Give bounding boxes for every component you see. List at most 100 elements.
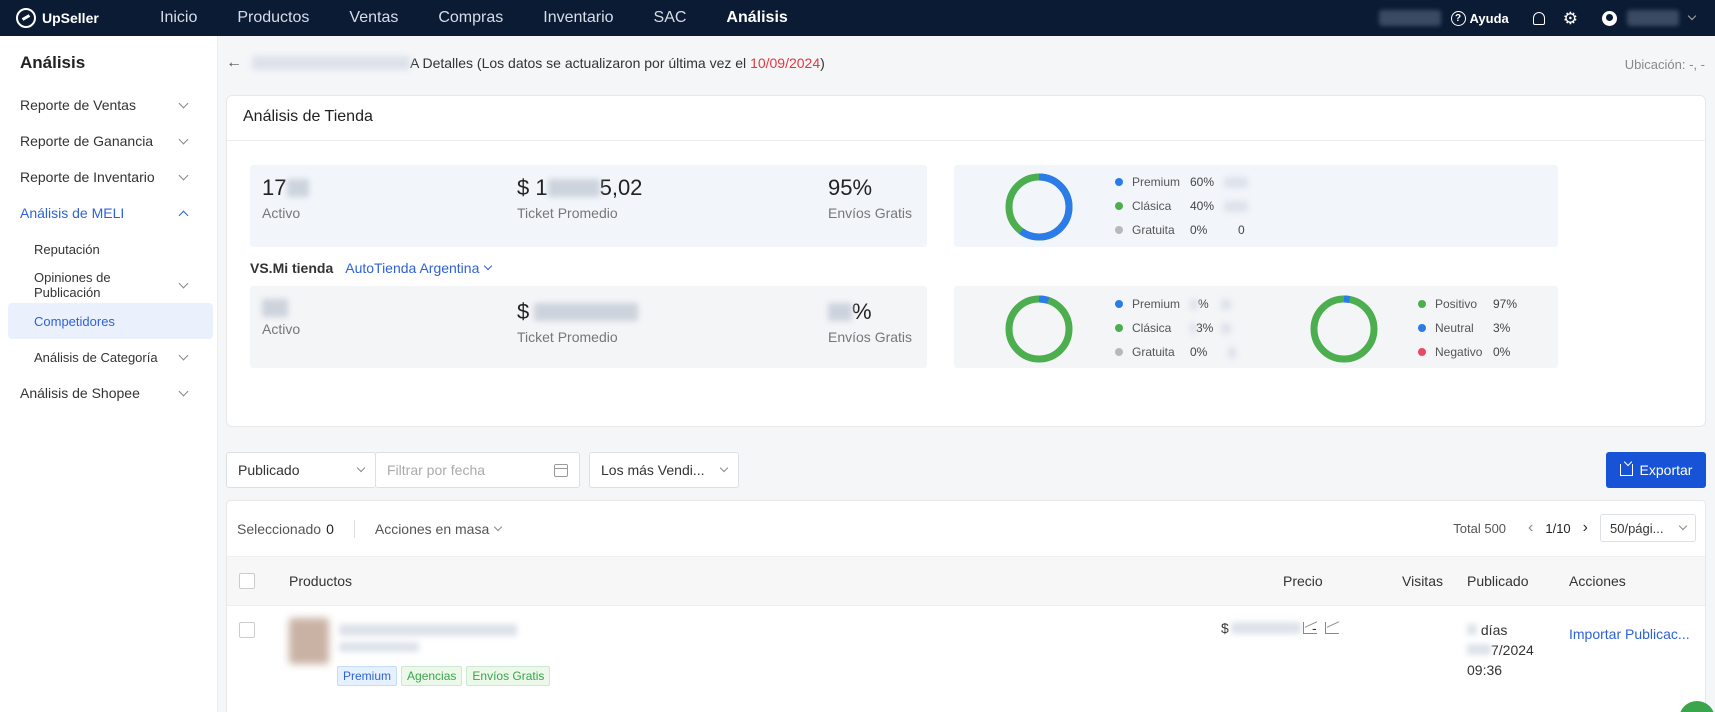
published-days: días (1480, 622, 1508, 638)
legend-pct: 3% (1196, 321, 1214, 335)
question-icon: ? (1450, 10, 1466, 26)
user-menu-chevron-icon[interactable] (1687, 11, 1697, 21)
competitor-name-redacted (252, 56, 410, 70)
account-switcher-redacted[interactable] (1378, 10, 1441, 26)
upseller-logo-icon (16, 8, 36, 28)
date-filter-input[interactable]: Filtrar por fecha (375, 452, 580, 488)
my-store-selector[interactable]: AutoTienda Argentina (345, 260, 493, 276)
legend-row-neutral: Neutral 3% (1418, 316, 1527, 340)
my-listing-type-donut (1005, 295, 1073, 363)
my-store-name: AutoTienda Argentina (345, 260, 480, 276)
date-filter-placeholder: Filtrar por fecha (387, 462, 486, 478)
chevron-up-icon (178, 210, 189, 220)
nav-compras[interactable]: Compras (418, 0, 523, 36)
download-icon (1619, 464, 1633, 476)
legend-pct: 60% (1190, 175, 1215, 189)
redacted-value (534, 303, 639, 321)
mass-actions-dropdown[interactable]: Acciones en masa (374, 520, 503, 537)
prev-page-icon[interactable]: ‹ (1528, 519, 1533, 537)
chevron-down-icon (178, 170, 189, 180)
column-header-publicado[interactable]: Publicado (1467, 573, 1529, 589)
legend-row-positivo: Positivo 97% (1418, 292, 1527, 316)
legend-value: 0 (1238, 223, 1245, 237)
legend-name: Negativo (1435, 345, 1483, 359)
sidebar-item-label: Análisis de MELI (20, 205, 125, 221)
import-listing-link[interactable]: Importar Publicac... (1569, 626, 1690, 642)
sidebar-item-competidores[interactable]: Competidores (8, 303, 213, 339)
app-logo[interactable]: UpSeller (0, 8, 140, 28)
breadcrumb-text: A Detalles (Los datos se actualizaron po… (410, 55, 751, 71)
sidebar-item-opiniones[interactable]: Opiniones de Publicación (0, 267, 217, 303)
bell-icon[interactable] (1532, 11, 1545, 25)
row-checkbox[interactable] (239, 622, 255, 638)
my-reputation-donut (1310, 295, 1378, 363)
competitor-ticket-label: Ticket Promedio (517, 205, 618, 221)
legend-row-negativo: Negativo 0% (1418, 340, 1527, 364)
column-header-visitas[interactable]: Visitas (1402, 573, 1443, 589)
legend-row-premium: Premium 60% (1115, 170, 1248, 194)
nav-analisis[interactable]: Análisis (706, 0, 807, 36)
sidebar-item-analisis-meli[interactable]: Análisis de MELI (0, 195, 217, 231)
sidebar-item-analisis-categoria[interactable]: Análisis de Categoría (0, 339, 217, 375)
page-size-select[interactable]: 50/pági... (1600, 514, 1696, 542)
redacted-value (1467, 624, 1477, 635)
app-logo-text: UpSeller (42, 10, 99, 26)
nav-sac[interactable]: SAC (634, 0, 707, 36)
legend-pct: 0% (1190, 345, 1208, 359)
sidebar-item-reporte-inventario[interactable]: Reporte de Inventario (0, 159, 217, 195)
select-all-checkbox[interactable] (239, 573, 255, 589)
sidebar-item-reputacion[interactable]: Reputación (0, 231, 217, 267)
redacted-value (1228, 346, 1236, 358)
next-page-icon[interactable]: › (1583, 519, 1588, 537)
sidebar-item-label: Reporte de Ganancia (20, 133, 154, 149)
product-title-redacted[interactable] (339, 624, 517, 636)
help-label: Ayuda (1469, 10, 1509, 26)
visits-trend-icon[interactable] (1324, 622, 1339, 634)
chevron-down-icon (494, 522, 503, 531)
top-right-tools: ? Ayuda ⚙ (1378, 0, 1715, 36)
tag-agencias: Agencias (401, 666, 463, 686)
competitor-free-shipping-value: 95% (828, 175, 873, 200)
status-select[interactable]: Publicado (226, 452, 376, 488)
sidebar-item-label: Competidores (34, 313, 115, 329)
user-name-redacted[interactable] (1627, 10, 1679, 26)
redacted-value (262, 299, 288, 317)
nav-productos[interactable]: Productos (217, 0, 329, 36)
legend-pct: 0% (1190, 223, 1208, 237)
selected-count: 0 (326, 520, 334, 537)
column-header-precio[interactable]: Precio (1283, 573, 1323, 589)
sidebar-item-analisis-shopee[interactable]: Análisis de Shopee (0, 375, 217, 411)
nav-ventas[interactable]: Ventas (329, 0, 418, 36)
visits-value: - (1312, 620, 1317, 636)
chevron-down-icon (178, 350, 189, 360)
products-table: Seleccionado 0 Acciones en masa Total 50… (226, 500, 1715, 712)
legend-name: Clásica (1132, 321, 1172, 335)
sidebar-item-reporte-ganancia[interactable]: Reporte de Ganancia (0, 123, 217, 159)
top-navigation-bar: UpSeller Inicio Productos Ventas Compras… (0, 0, 1715, 36)
nav-inventario[interactable]: Inventario (523, 0, 633, 36)
table-header: Productos Precio Visitas Publicado Accio… (227, 556, 1705, 606)
sidebar-item-label: Opiniones de Publicación (34, 270, 111, 300)
chevron-down-icon (178, 134, 189, 144)
sidebar-item-reporte-ventas[interactable]: Reporte de Ventas (0, 87, 217, 123)
back-arrow-icon[interactable]: ← (226, 54, 242, 72)
redacted-value (1224, 176, 1248, 188)
mass-actions-label: Acciones en masa (374, 520, 490, 537)
help-link[interactable]: ? Ayuda (1450, 10, 1509, 26)
legend-pct: 0% (1493, 345, 1511, 359)
competitor-active-stat: 17 Activo (262, 175, 310, 221)
ticket-suffix: 5,02 (599, 175, 643, 200)
free-ship-suffix: % (852, 299, 872, 324)
gear-icon[interactable]: ⚙ (1563, 10, 1578, 27)
chevron-down-icon (178, 98, 189, 108)
legend-pct: 97% (1493, 297, 1518, 311)
nav-inicio[interactable]: Inicio (140, 0, 217, 36)
legend-name: Neutral (1435, 321, 1474, 335)
export-button[interactable]: Exportar (1606, 452, 1706, 488)
user-icon[interactable] (1602, 10, 1617, 26)
sort-select[interactable]: Los más Vendi... (589, 452, 739, 488)
product-thumbnail[interactable] (289, 618, 329, 664)
my-reputation-legend: Positivo 97% Neutral 3% Negativo 0% (1418, 292, 1527, 364)
column-header-productos[interactable]: Productos (289, 573, 352, 589)
status-select-value: Publicado (238, 462, 300, 478)
